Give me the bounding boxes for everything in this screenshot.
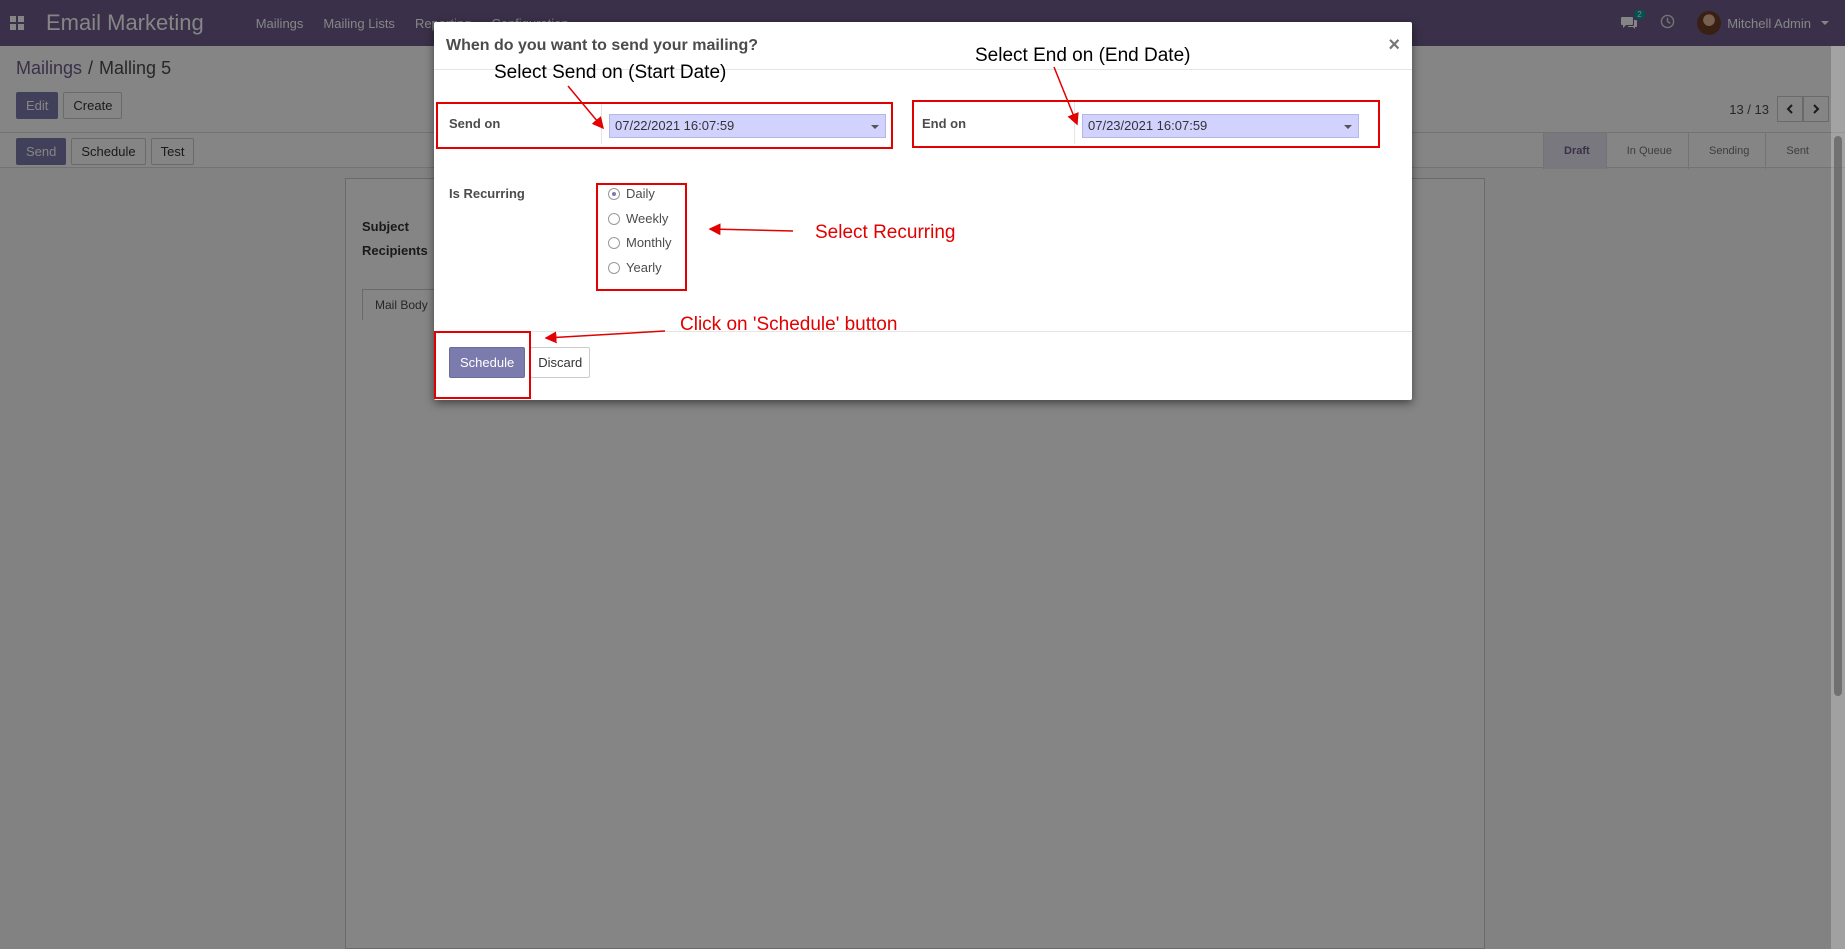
- is-recurring-label: Is Recurring: [449, 186, 525, 201]
- annotation-schedule: Click on 'Schedule' button: [680, 314, 898, 335]
- highlight-recurring: [596, 183, 687, 291]
- discard-button[interactable]: Discard: [530, 347, 591, 378]
- annotation-end-date: Select End on (End Date): [975, 45, 1191, 66]
- dialog-footer: Schedule Discard: [434, 331, 1412, 400]
- highlight-send-on: [436, 102, 893, 149]
- dialog-title: When do you want to send your mailing?: [446, 36, 758, 54]
- highlight-end-on: [912, 100, 1380, 148]
- highlight-schedule: [434, 331, 531, 399]
- close-icon[interactable]: ×: [1388, 34, 1400, 57]
- annotation-start-date: Select Send on (Start Date): [494, 62, 727, 83]
- scrollbar-thumb[interactable]: [1834, 136, 1842, 696]
- annotation-recurring: Select Recurring: [815, 222, 956, 243]
- page-scrollbar[interactable]: [1831, 46, 1845, 949]
